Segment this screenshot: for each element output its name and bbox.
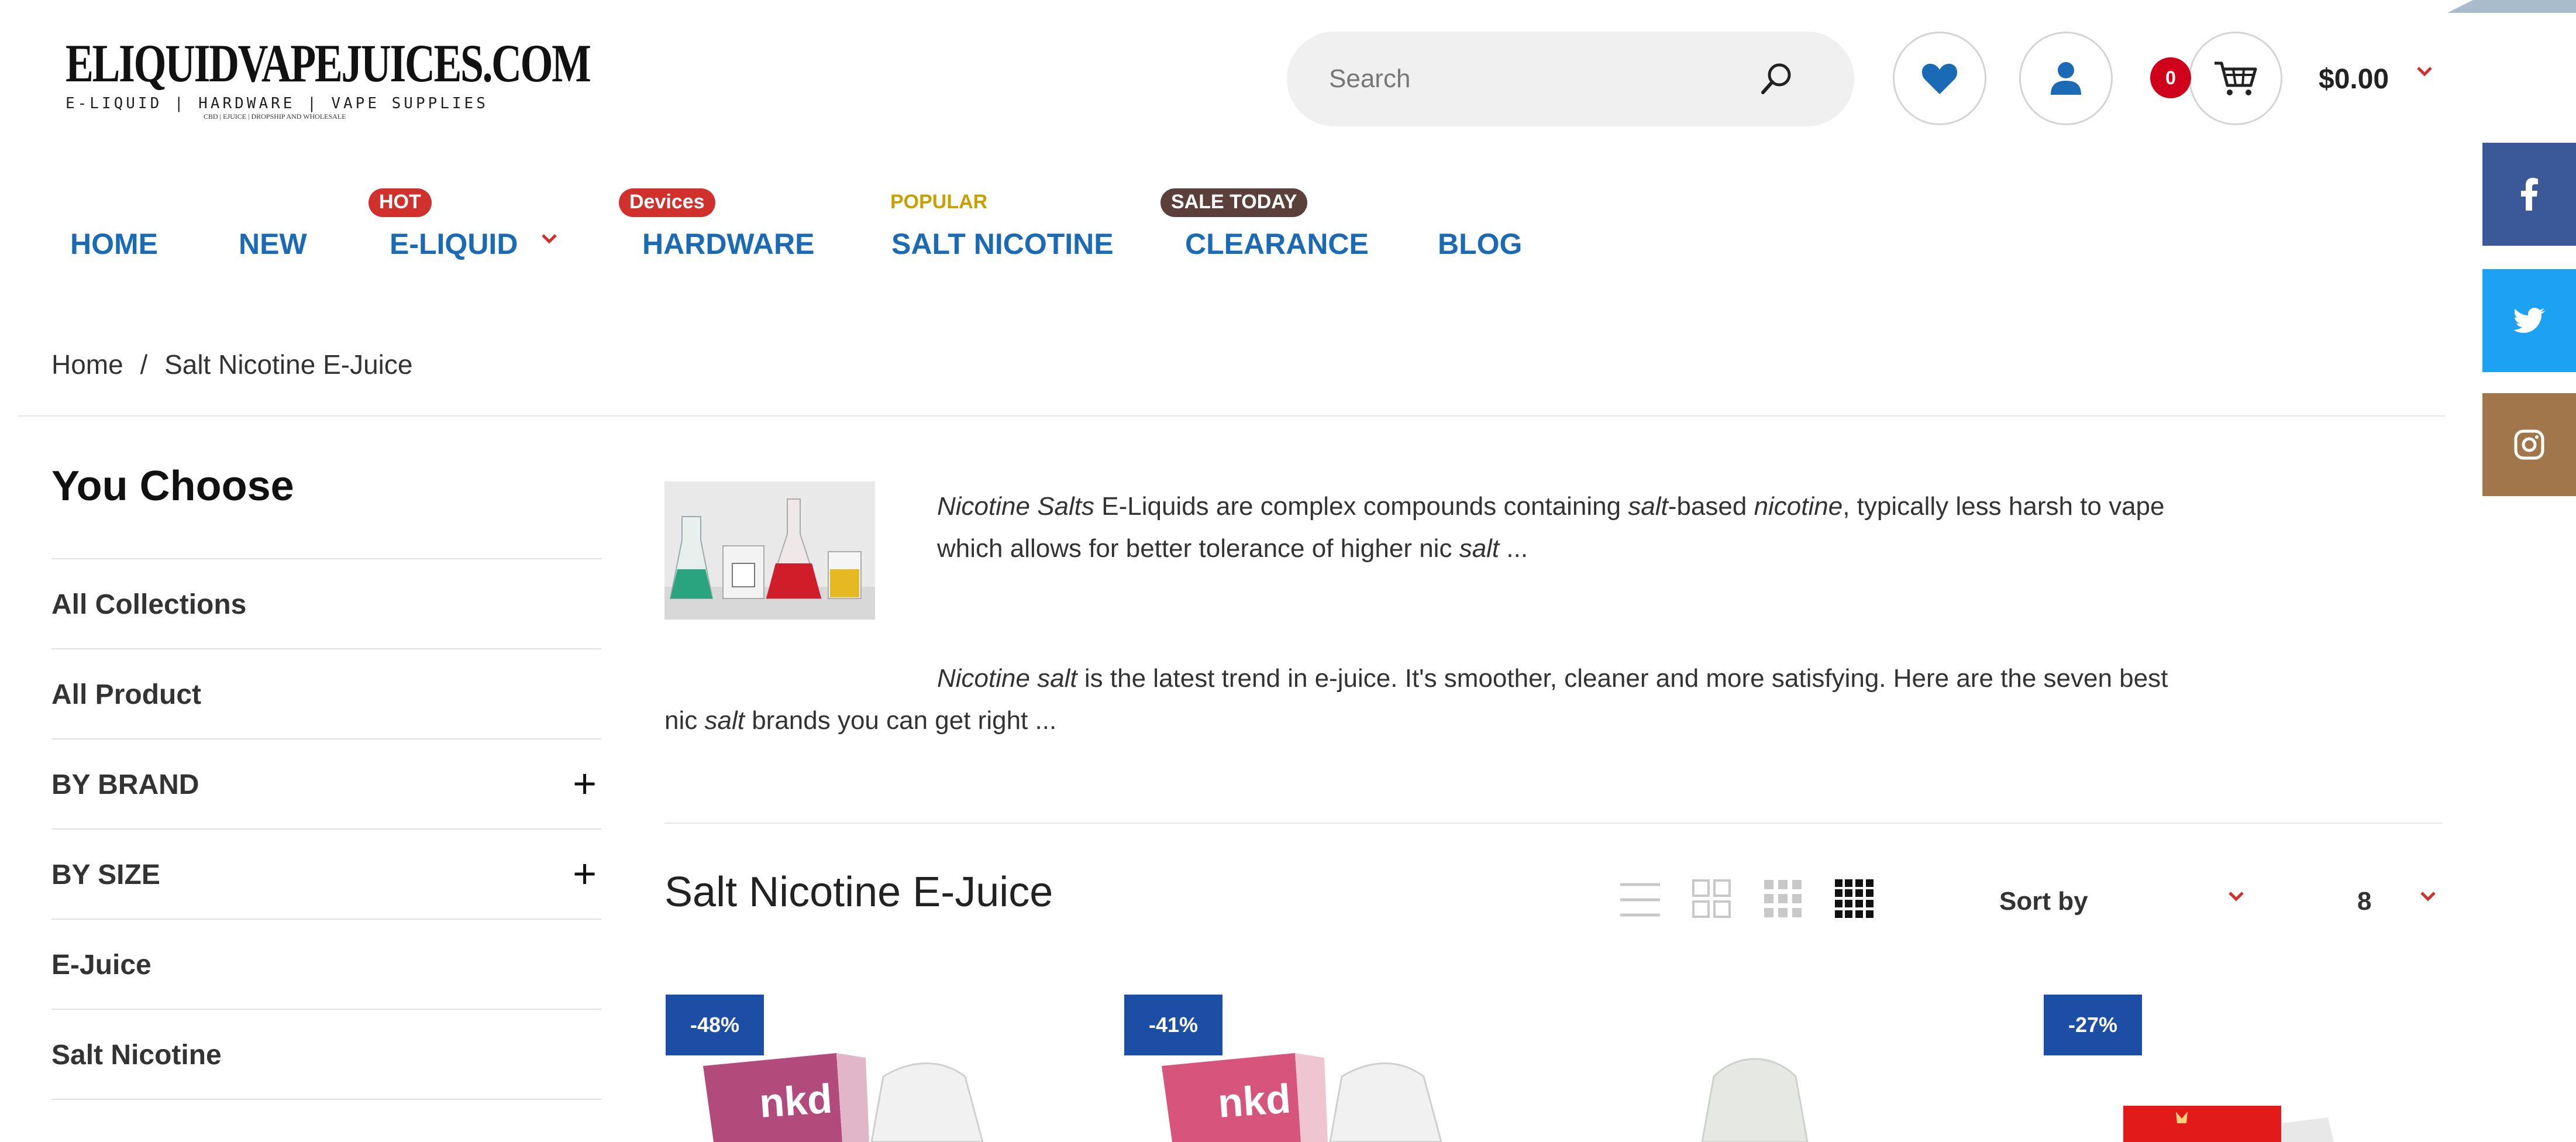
text: -based xyxy=(1668,492,1754,521)
text-italic: Nicotine Salts xyxy=(937,492,1095,521)
breadcrumb: Home / Salt Nicotine E-Juice xyxy=(51,349,412,380)
divider xyxy=(18,415,2445,417)
cart-total[interactable]: $0.00 xyxy=(2319,63,2389,95)
sidebar-item-by-brand[interactable]: BY BRAND + xyxy=(51,738,601,828)
discount-badge: -41% xyxy=(1124,995,1222,1055)
cart-icon xyxy=(2215,61,2257,95)
sidebar-item-label: BY SIZE xyxy=(51,859,160,890)
product-image[interactable]: nkd xyxy=(1149,1041,1511,1142)
product-image[interactable]: nkd xyxy=(690,1041,1053,1142)
heart-icon xyxy=(1921,64,1958,94)
text: ... xyxy=(1499,534,1528,563)
site-logo[interactable]: ELIQUIDVAPEJUICES.COM E-LIQUID | HARDWAR… xyxy=(66,33,591,121)
instagram-icon xyxy=(2514,429,2544,460)
text: E-Liquids are complex compounds containi… xyxy=(1094,492,1628,521)
sidebar-item-label: Salt Nicotine xyxy=(51,1040,222,1071)
facebook-link[interactable] xyxy=(2482,143,2576,246)
text: is the latest trend in e-juice. It's smo… xyxy=(1077,664,2168,693)
text-italic: salt xyxy=(1628,492,1668,521)
search-button[interactable] xyxy=(1757,60,1796,98)
facebook-icon xyxy=(2521,178,2538,211)
collection-description-1: Nicotine Salts E-Liquids are complex com… xyxy=(937,486,2165,570)
search-input[interactable] xyxy=(1329,62,1738,96)
expand-plus-icon[interactable]: + xyxy=(573,763,597,804)
nav-blog[interactable]: BLOG xyxy=(1438,227,1522,261)
popular-badge: POPULAR xyxy=(890,191,988,213)
text: , typically less harsh to vape xyxy=(1843,492,2165,521)
discount-badge: -48% xyxy=(666,995,764,1055)
corner-decoration xyxy=(2447,0,2576,13)
expand-plus-icon[interactable]: + xyxy=(573,853,597,894)
text-italic: salt xyxy=(1459,534,1500,563)
sidebar-item-salt-nicotine[interactable]: Salt Nicotine xyxy=(51,1009,601,1099)
text-italic: salt xyxy=(704,706,745,735)
sidebar-title: You Choose xyxy=(51,463,294,510)
collection-description-2-line1: Nicotine salt is the latest trend in e-j… xyxy=(937,658,2168,700)
list-view-icon[interactable] xyxy=(1619,879,1661,921)
logo-tagline: E-LIQUID | HARDWARE | VAPE SUPPLIES xyxy=(66,95,488,112)
product-image[interactable] xyxy=(1649,1041,1883,1142)
logo-text: ELIQUIDVAPEJUICES.COM xyxy=(66,33,591,93)
svg-text:nkd: nkd xyxy=(758,1075,834,1126)
nav-new[interactable]: NEW xyxy=(239,227,307,261)
sidebar-item-label: BY BRAND xyxy=(51,769,199,800)
cart-count-badge: 0 xyxy=(2150,57,2191,98)
grid-4-view-icon[interactable] xyxy=(1834,879,1874,919)
twitter-link[interactable] xyxy=(2482,269,2576,372)
divider xyxy=(664,823,2443,824)
breadcrumb-separator: / xyxy=(140,349,148,380)
per-page-select[interactable]: 8 xyxy=(2357,887,2371,916)
instagram-link[interactable] xyxy=(2482,393,2576,496)
nav-hardware[interactable]: HARDWARE xyxy=(642,227,814,261)
wishlist-button[interactable] xyxy=(1893,32,1986,125)
text-italic: Nicotine salt xyxy=(937,664,1077,693)
nav-salt-nicotine[interactable]: SALT NICOTINE xyxy=(891,227,1114,261)
user-icon xyxy=(2051,62,2081,95)
devices-badge: Devices xyxy=(619,188,715,217)
text: nic xyxy=(664,706,705,735)
sidebar-item-label: All Product xyxy=(51,679,202,710)
nav-clearance[interactable]: CLEARANCE xyxy=(1185,227,1369,261)
nav-home[interactable]: HOME xyxy=(70,227,158,261)
text: brands you can get right ... xyxy=(744,706,1057,735)
text: which allows for better tolerance of hig… xyxy=(937,534,1459,563)
discount-badge: -27% xyxy=(2044,995,2142,1055)
cart-button[interactable] xyxy=(2189,32,2282,125)
breadcrumb-current: Salt Nicotine E-Juice xyxy=(164,349,413,380)
collection-thumbnail xyxy=(664,481,875,620)
twitter-icon xyxy=(2513,308,2545,333)
chevron-down-icon[interactable] xyxy=(2419,890,2437,902)
hot-badge: HOT xyxy=(369,188,432,217)
text-italic: nicotine xyxy=(1754,492,1843,521)
product-image[interactable] xyxy=(2106,1041,2351,1142)
chevron-down-icon[interactable] xyxy=(2416,66,2433,77)
sort-select[interactable]: Sort by xyxy=(1999,887,2088,916)
divider xyxy=(51,1099,601,1100)
search-bar xyxy=(1287,32,1854,126)
grid-2-view-icon[interactable] xyxy=(1692,879,1731,919)
sidebar-item-all-product[interactable]: All Product xyxy=(51,648,601,738)
collection-description-2-line2: nic salt brands you can get right ... xyxy=(664,700,1056,742)
svg-text:nkd: nkd xyxy=(1217,1075,1293,1126)
search-icon xyxy=(1761,63,1791,94)
logo-small-print: CBD | EJUICE | DROPSHIP AND WHOLESALE xyxy=(204,112,346,121)
sidebar-item-by-size[interactable]: BY SIZE + xyxy=(51,828,601,919)
collection-title: Salt Nicotine E-Juice xyxy=(664,869,1053,916)
sidebar-item-e-juice[interactable]: E-Juice xyxy=(51,919,601,1009)
chevron-down-icon[interactable] xyxy=(2227,890,2245,902)
sidebar-item-label: All Collections xyxy=(51,589,247,620)
sale-today-badge: SALE TODAY xyxy=(1160,188,1308,217)
sidebar-item-label: E-Juice xyxy=(51,950,151,981)
account-button[interactable] xyxy=(2019,32,2113,125)
chevron-down-icon[interactable] xyxy=(540,233,558,245)
nav-e-liquid[interactable]: E-LIQUID xyxy=(390,227,518,261)
breadcrumb-home[interactable]: Home xyxy=(51,349,123,380)
grid-3-view-icon[interactable] xyxy=(1763,879,1803,919)
sidebar-item-all-collections[interactable]: All Collections xyxy=(51,558,601,648)
